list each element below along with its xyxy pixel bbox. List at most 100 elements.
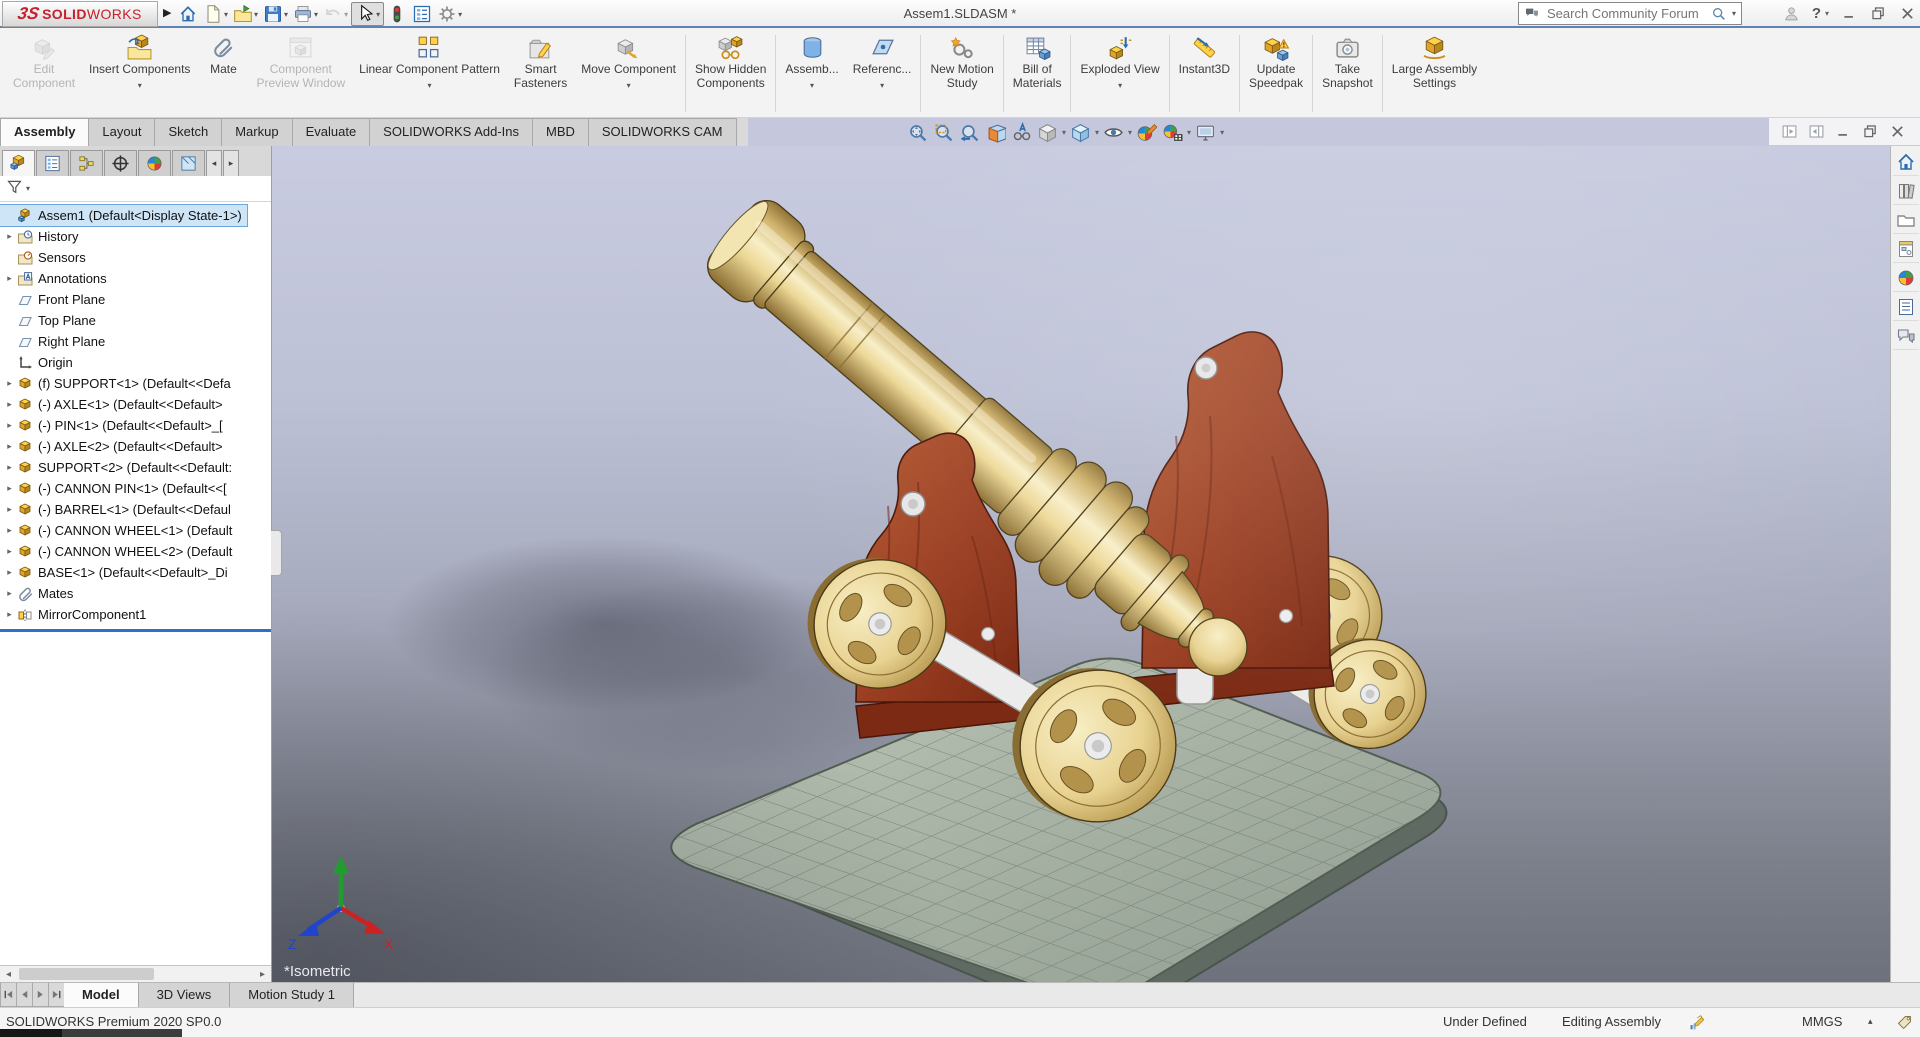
save-button[interactable]: ▾	[261, 3, 290, 25]
expand-arrow-icon[interactable]: ▸	[2, 462, 17, 473]
tree-item[interactable]: Assem1 (Default<Display State-1>)	[0, 204, 248, 227]
tree-item[interactable]: ▸ Annotations	[0, 268, 271, 289]
close-button[interactable]	[1899, 5, 1916, 22]
tree-item[interactable]: Front Plane	[0, 289, 271, 310]
new-document-dropdown-caret[interactable]: ▾	[224, 10, 228, 19]
expand-arrow-icon[interactable]: ▸	[2, 546, 17, 557]
expand-arrow-icon[interactable]: ▸	[2, 231, 17, 242]
edit-appearance-button[interactable]	[1134, 121, 1159, 144]
print-dropdown-caret[interactable]: ▾	[314, 10, 318, 19]
tree-item[interactable]: ▸ Mates	[0, 583, 271, 604]
collapse-left-pane-button[interactable]	[1781, 123, 1798, 140]
last-tab-button[interactable]	[48, 983, 64, 1007]
expand-arrow-icon[interactable]: ▸	[2, 567, 17, 578]
document-tab-3d-views[interactable]: 3D Views	[138, 983, 231, 1007]
tree-item[interactable]: ▸ (-) PIN<1> (Default<<Default>_[	[0, 415, 271, 436]
tab-evaluate[interactable]: Evaluate	[291, 118, 370, 146]
task-pane-design-library-button[interactable]	[1892, 178, 1919, 205]
move-component-dropdown-caret[interactable]: ▾	[627, 79, 631, 93]
task-pane-home-button[interactable]	[1892, 149, 1919, 176]
home-button[interactable]	[176, 3, 200, 25]
first-tab-button[interactable]	[0, 983, 16, 1007]
next-tab-button[interactable]	[32, 983, 48, 1007]
panel-tab-hidden-tab[interactable]	[172, 150, 205, 176]
panel-tab-display-manager[interactable]	[138, 150, 171, 176]
document-tab-model[interactable]: Model	[64, 983, 139, 1007]
tab-layout[interactable]: Layout	[88, 118, 155, 146]
panel-tab-design-tree[interactable]	[2, 150, 35, 176]
expand-arrow-icon[interactable]: ▸	[2, 378, 17, 389]
options-button[interactable]: ▾	[435, 3, 464, 25]
tag-icon[interactable]	[1896, 1014, 1913, 1031]
tree-item[interactable]: ▸ MirrorComponent1	[0, 604, 271, 625]
save-dropdown-caret[interactable]: ▾	[284, 10, 288, 19]
document-restore-button[interactable]	[1862, 123, 1879, 140]
tree-item[interactable]: ▸ (-) CANNON WHEEL<1> (Default	[0, 520, 271, 541]
collapse-right-pane-button[interactable]	[1808, 123, 1825, 140]
tab-assembly[interactable]: Assembly	[0, 118, 89, 146]
hide-show-items-button[interactable]	[1101, 121, 1126, 144]
task-pane-appearances-scenes-button[interactable]	[1892, 265, 1919, 292]
bill-of-materials-button[interactable]: Bill of Materials	[1006, 30, 1069, 117]
panel-horizontal-scrollbar[interactable]: ◂ ▸	[0, 965, 271, 982]
task-pane-file-explorer-button[interactable]	[1892, 207, 1919, 234]
undo-dropdown-caret[interactable]: ▾	[344, 10, 348, 19]
search-input[interactable]	[1545, 5, 1706, 22]
zoom-to-area-button[interactable]	[931, 121, 956, 144]
panel-splitter-handle[interactable]	[271, 530, 282, 576]
tree-item[interactable]: ▸ (-) AXLE<1> (Default<<Default>	[0, 394, 271, 415]
search-icon[interactable]	[1711, 6, 1727, 22]
tree-item[interactable]: ▸ (f) SUPPORT<1> (Default<<Defa	[0, 373, 271, 394]
scrollbar-track[interactable]	[17, 966, 254, 982]
view-settings-button[interactable]	[1193, 121, 1218, 144]
show-hidden-components-button[interactable]: Show Hidden Components	[688, 30, 773, 117]
tree-item[interactable]: ▸ (-) BARREL<1> (Default<<Defaul	[0, 499, 271, 520]
select-dropdown-caret[interactable]: ▾	[376, 10, 380, 19]
units-label[interactable]: MMGS	[1802, 1014, 1842, 1029]
new-motion-study-button[interactable]: New Motion Study	[923, 30, 1000, 117]
tab-sketch[interactable]: Sketch	[154, 118, 222, 146]
panel-tab-configurations[interactable]	[70, 150, 103, 176]
print-button[interactable]: ▾	[291, 3, 320, 25]
help-dropdown-caret[interactable]: ▾	[1825, 9, 1829, 18]
annotation-views-button[interactable]	[1009, 121, 1034, 144]
panel-tabs-scroll-left[interactable]: ◂	[206, 150, 222, 176]
expand-arrow-icon[interactable]: ▸	[2, 399, 17, 410]
previous-tab-button[interactable]	[16, 983, 32, 1007]
update-speedpak-button[interactable]: Update Speedpak	[1242, 30, 1310, 117]
new-document-button[interactable]: ▾	[201, 3, 230, 25]
previous-view-button[interactable]	[957, 121, 982, 144]
help-button[interactable]: ?	[1812, 5, 1821, 22]
search-box[interactable]: ▾	[1518, 2, 1742, 25]
undo-button[interactable]: ▾	[321, 3, 350, 25]
zoom-to-fit-button[interactable]	[905, 121, 930, 144]
document-close-button[interactable]	[1889, 123, 1906, 140]
take-snapshot-button[interactable]: Take Snapshot	[1315, 30, 1380, 117]
open-dropdown-caret[interactable]: ▾	[254, 10, 258, 19]
display-style-dropdown-caret[interactable]: ▾	[1062, 128, 1066, 137]
solidworks-logo[interactable]: 3S SOLIDWORKS	[2, 1, 158, 27]
panel-tabs-scroll-right[interactable]: ▸	[223, 150, 239, 176]
expand-arrow-icon[interactable]: ▸	[2, 609, 17, 620]
tab-markup[interactable]: Markup	[221, 118, 292, 146]
tree-item[interactable]: ▸ (-) CANNON PIN<1> (Default<<[	[0, 478, 271, 499]
task-pane-view-palette-button[interactable]	[1892, 236, 1919, 263]
expand-arrow-icon[interactable]: ▸	[2, 441, 17, 452]
menu-flyout-arrow[interactable]: ▶	[163, 6, 171, 19]
search-dropdown-caret[interactable]: ▾	[1732, 9, 1736, 18]
select-button[interactable]: ▾	[351, 2, 385, 26]
tree-filter-bar[interactable]: ▾	[0, 176, 271, 202]
tab-mbd[interactable]: MBD	[532, 118, 588, 146]
document-tab-motion-study-1[interactable]: Motion Study 1	[230, 983, 354, 1007]
tree-item[interactable]: ▸ (-) CANNON WHEEL<2> (Default	[0, 541, 271, 562]
tree-item[interactable]: Origin	[0, 352, 271, 373]
instant3d-button[interactable]: Instant3D	[1172, 30, 1237, 117]
tree-item[interactable]: ▸ SUPPORT<2> (Default<<Default:	[0, 457, 271, 478]
tree-item[interactable]: ▸ History	[0, 226, 271, 247]
linear-component-pattern-button[interactable]: Linear Component Pattern ▾	[352, 30, 507, 117]
tree-item[interactable]: ▸ (-) AXLE<2> (Default<<Default>	[0, 436, 271, 457]
view-settings-dropdown-caret[interactable]: ▾	[1220, 128, 1224, 137]
section-view-button[interactable]	[983, 121, 1008, 144]
tree-item[interactable]: Top Plane	[0, 310, 271, 331]
reference-geometry-button[interactable]: Referenc... ▾	[846, 30, 919, 117]
